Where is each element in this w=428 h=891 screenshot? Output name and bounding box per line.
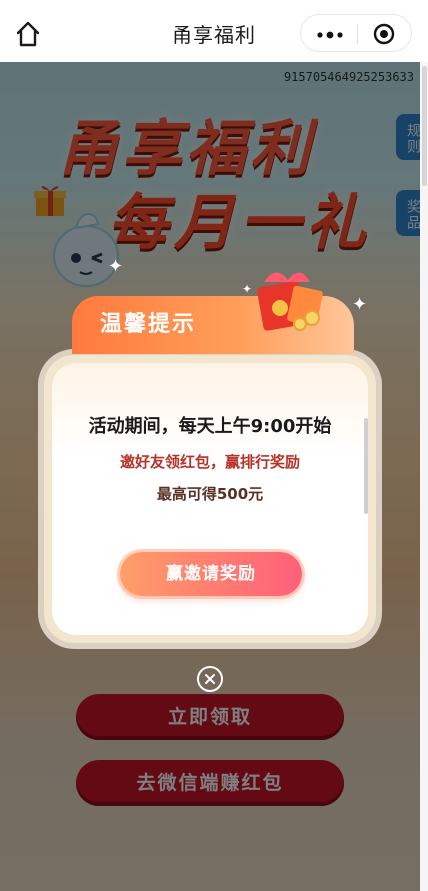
sparkle-icon: ✦: [242, 282, 253, 296]
popup-scrollbar[interactable]: [364, 418, 368, 514]
win-invite-reward-button[interactable]: 赢邀请奖励: [120, 552, 302, 596]
close-icon[interactable]: [197, 666, 223, 692]
popup-message-line2: 邀好友领红包，赢排行奖励: [119, 453, 300, 471]
miniprogram-capsule: [300, 14, 412, 52]
popup-title: 温馨提示: [100, 312, 197, 337]
popup-message-line1: 活动期间，每天上午9:00开始: [88, 416, 332, 437]
more-dots-icon[interactable]: [315, 27, 345, 41]
capsule-divider: [357, 24, 358, 44]
navigation-bar: 甬享福利: [0, 0, 428, 62]
miniprogram-close-icon[interactable]: [373, 23, 395, 45]
popup-message-line3: 最高可得500元: [156, 485, 264, 503]
page-scrollbar-thumb[interactable]: [422, 66, 427, 186]
sparkle-icon: ✦: [352, 294, 368, 315]
page-scrollbar-track: [420, 62, 428, 891]
red-envelope-gift-icon: [246, 258, 332, 334]
sparkle-icon: ✦: [108, 256, 124, 277]
